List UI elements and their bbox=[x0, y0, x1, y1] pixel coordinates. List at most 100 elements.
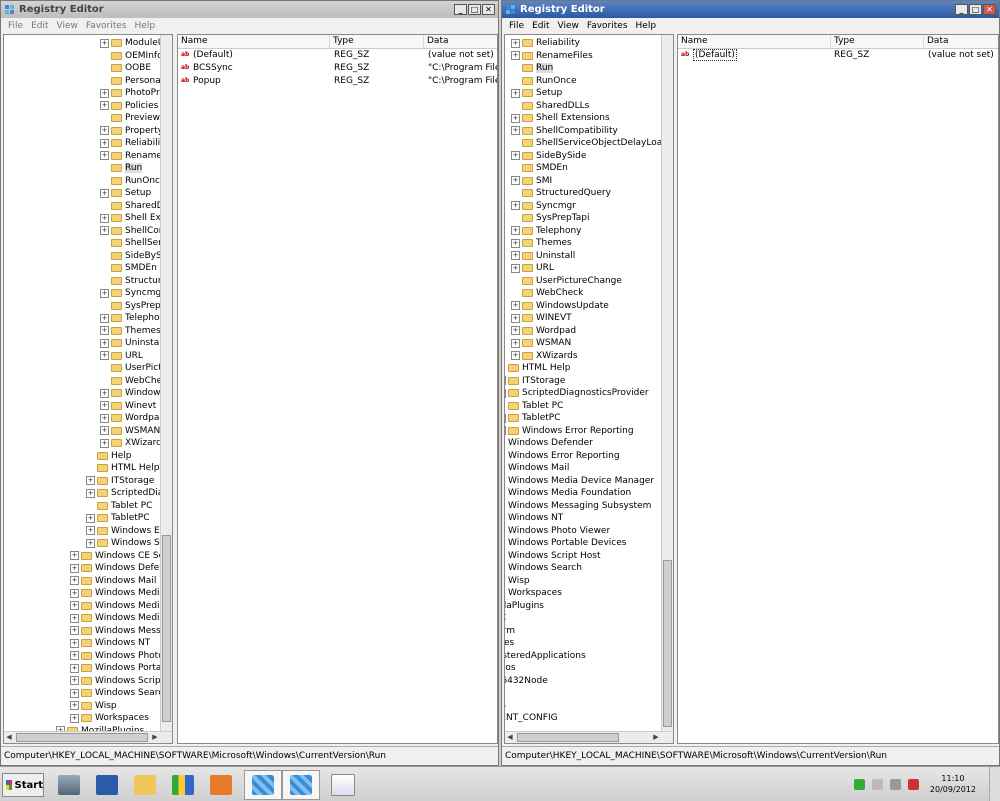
tree-item[interactable]: + Windows NT bbox=[70, 637, 150, 650]
tree-item[interactable]: SharedDLLs bbox=[511, 100, 589, 113]
tree-vertical-scrollbar[interactable] bbox=[661, 35, 673, 732]
display-icon[interactable] bbox=[890, 779, 901, 790]
tree-item[interactable]: Wisp bbox=[505, 575, 530, 588]
expand-toggle-icon[interactable]: + bbox=[511, 301, 520, 311]
tree-item[interactable]: + SMI bbox=[511, 175, 552, 188]
tree-item[interactable]: + PhotoPro bbox=[100, 87, 165, 100]
value-row[interactable]: ab (Default) REG_SZ (value not set) bbox=[178, 49, 497, 62]
tree-item[interactable]: + Windows Error Reporting bbox=[505, 425, 634, 438]
menu-file[interactable]: File bbox=[4, 21, 27, 31]
expand-toggle-icon[interactable]: + bbox=[100, 388, 109, 398]
expand-toggle-icon[interactable]: + bbox=[86, 526, 95, 536]
show-desktop-button[interactable] bbox=[989, 767, 1000, 801]
tree-item[interactable]: + WindowsUpdate bbox=[511, 300, 609, 313]
expand-toggle-icon[interactable]: + bbox=[511, 151, 520, 161]
tree-item[interactable]: SideBySi bbox=[100, 250, 164, 263]
tree-item[interactable]: + ModuleU bbox=[100, 37, 164, 50]
tree-item[interactable]: + Windows Defend bbox=[70, 562, 171, 575]
expand-toggle-icon[interactable]: + bbox=[505, 376, 506, 386]
expand-toggle-icon[interactable]: + bbox=[70, 638, 79, 648]
expand-toggle-icon[interactable]: + bbox=[70, 713, 79, 723]
expand-toggle-icon[interactable]: + bbox=[511, 238, 520, 248]
tree-item[interactable]: + ScriptedDiagnosticsProvider bbox=[505, 387, 649, 400]
tree-item[interactable]: + Windows Err bbox=[86, 525, 167, 538]
tree-item[interactable]: + Policies bbox=[100, 100, 158, 113]
tree-item[interactable]: + Windows Media I bbox=[70, 587, 171, 600]
tree-item[interactable]: + Windows Photo bbox=[70, 650, 164, 663]
tree-item[interactable]: gisteredApplications bbox=[505, 650, 586, 663]
menu-view[interactable]: View bbox=[53, 21, 82, 31]
expand-toggle-icon[interactable]: + bbox=[511, 126, 520, 136]
menu-help[interactable]: Help bbox=[632, 21, 661, 31]
tree-item[interactable]: phos bbox=[505, 662, 516, 675]
menu-help[interactable]: Help bbox=[131, 21, 160, 31]
tree-item[interactable]: Workspaces bbox=[505, 587, 562, 600]
menu-view[interactable]: View bbox=[554, 21, 583, 31]
expand-toggle-icon[interactable]: + bbox=[100, 88, 109, 98]
menu-file[interactable]: File bbox=[505, 21, 528, 31]
tree-item[interactable]: RunOnce bbox=[511, 75, 577, 88]
tree-item[interactable]: + ShellCompatibility bbox=[511, 125, 618, 138]
expand-toggle-icon[interactable]: + bbox=[511, 88, 520, 98]
expand-toggle-icon[interactable]: + bbox=[100, 313, 109, 323]
expand-toggle-icon[interactable]: + bbox=[70, 601, 79, 611]
title-bar[interactable]: Registry Editor _ □ ✕ bbox=[1, 1, 498, 18]
maximize-button[interactable]: □ bbox=[468, 4, 481, 15]
expand-toggle-icon[interactable]: + bbox=[70, 651, 79, 661]
tree-horizontal-scrollbar[interactable]: ◀ ▶ bbox=[4, 731, 172, 743]
expand-toggle-icon[interactable]: + bbox=[511, 176, 520, 186]
taskbar-server-manager-button[interactable] bbox=[50, 770, 88, 800]
tree-item[interactable]: + Syncmgr bbox=[100, 287, 165, 300]
tree-item[interactable]: + Telephon bbox=[100, 312, 165, 325]
tree-item[interactable]: w6432Node bbox=[505, 675, 548, 688]
tree-item[interactable]: + XWizards bbox=[100, 437, 167, 450]
menu-favorites[interactable]: Favorites bbox=[82, 21, 131, 31]
expand-toggle-icon[interactable]: + bbox=[511, 351, 520, 361]
tree-item[interactable]: + TabletPC bbox=[505, 412, 561, 425]
expand-toggle-icon[interactable]: + bbox=[511, 113, 520, 123]
expand-toggle-icon[interactable]: + bbox=[511, 338, 520, 348]
tree-item[interactable]: HTML Help bbox=[86, 462, 159, 475]
tree-item[interactable]: + Winevt bbox=[100, 400, 156, 413]
tree-item[interactable]: OEMInfo bbox=[100, 50, 163, 63]
tree-item[interactable]: + Themes bbox=[511, 237, 572, 250]
tree-item[interactable]: SysPrepTapi bbox=[511, 212, 590, 225]
tree-item[interactable]: Previewh bbox=[100, 112, 166, 125]
taskbar-regedit-button-2[interactable] bbox=[282, 770, 320, 800]
menu-favorites[interactable]: Favorites bbox=[583, 21, 632, 31]
tree-item[interactable]: + Windows Sea bbox=[86, 537, 171, 550]
registry-key-tree[interactable]: + ModuleU OEMInfo OOBE Personal + PhotoPro + Pol… bbox=[3, 34, 173, 744]
tree-item[interactable]: + Wordpad bbox=[511, 325, 576, 338]
expand-toggle-icon[interactable]: + bbox=[86, 476, 95, 486]
taskbar-explorer-button[interactable] bbox=[126, 770, 164, 800]
taskbar-regedit-button-1[interactable] bbox=[244, 770, 282, 800]
expand-toggle-icon[interactable]: + bbox=[70, 588, 79, 598]
tree-item[interactable]: + Renamel bbox=[100, 150, 164, 163]
expand-toggle-icon[interactable]: + bbox=[86, 513, 95, 523]
tree-item[interactable]: Help bbox=[86, 450, 132, 463]
tree-item[interactable]: + Telephony bbox=[511, 225, 582, 238]
tree-item[interactable]: Run bbox=[100, 162, 143, 175]
tree-item[interactable]: StructuredQuery bbox=[511, 187, 611, 200]
registry-editor-window-left[interactable]: Registry Editor _ □ ✕ File Edit View Fav… bbox=[0, 0, 499, 766]
scrollbar-thumb[interactable] bbox=[16, 733, 148, 742]
tree-item[interactable]: + Shell Ext bbox=[100, 212, 164, 225]
tree-item[interactable]: UserPictureChange bbox=[511, 275, 622, 288]
expand-toggle-icon[interactable]: + bbox=[100, 326, 109, 336]
tree-item[interactable]: Tablet PC bbox=[86, 500, 152, 513]
tree-item[interactable]: + XWizards bbox=[511, 350, 578, 363]
expand-toggle-icon[interactable]: + bbox=[100, 413, 109, 423]
scrollbar-thumb[interactable] bbox=[663, 560, 672, 727]
column-data[interactable]: Data bbox=[424, 35, 497, 48]
tree-item[interactable]: + Windows Mail bbox=[70, 575, 156, 588]
tree-item[interactable]: SMDEn bbox=[100, 262, 157, 275]
expand-toggle-icon[interactable]: + bbox=[511, 326, 520, 336]
expand-toggle-icon[interactable]: + bbox=[70, 613, 79, 623]
tree-item[interactable]: + URL bbox=[100, 350, 143, 363]
tree-item[interactable]: Windows Photo Viewer bbox=[505, 525, 610, 538]
expand-toggle-icon[interactable]: + bbox=[70, 663, 79, 673]
expand-toggle-icon[interactable]: + bbox=[100, 351, 109, 361]
expand-toggle-icon[interactable]: + bbox=[70, 701, 79, 711]
tree-vertical-scrollbar[interactable] bbox=[160, 35, 172, 732]
tree-item[interactable]: + SideBySide bbox=[511, 150, 586, 163]
